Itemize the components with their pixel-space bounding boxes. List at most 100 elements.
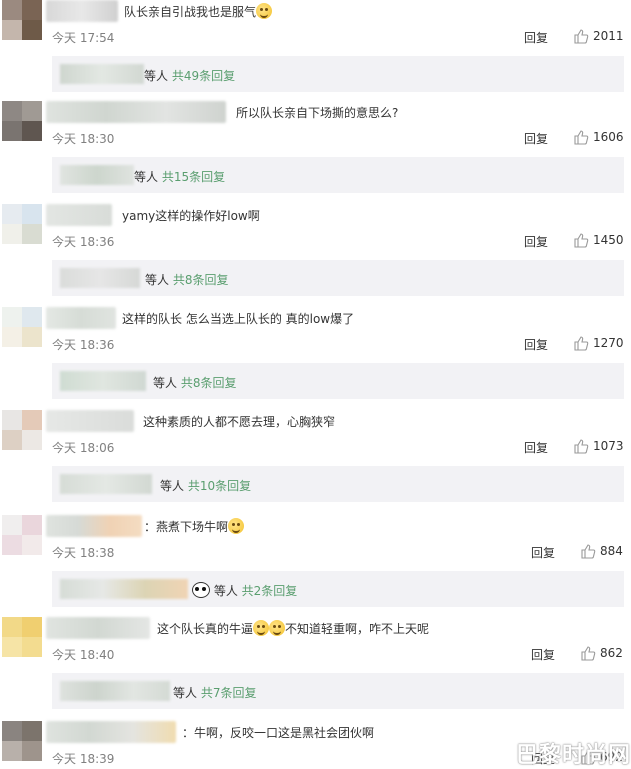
username-blurred[interactable] bbox=[46, 617, 150, 639]
sub-reply-box: 等人 共8条回复 bbox=[52, 363, 624, 399]
comment-item: 这种素质的人都不愿去理，心胸狭窄 今天 18:06 回复 1073 等人 共10… bbox=[0, 410, 631, 513]
sub-reply-summary: 等人 共49条回复 bbox=[144, 69, 236, 83]
reply-button[interactable]: 回复 bbox=[524, 336, 548, 353]
username-blurred[interactable] bbox=[46, 307, 116, 329]
username-blurred[interactable] bbox=[46, 721, 176, 743]
thumbs-up-icon bbox=[581, 646, 596, 661]
thumbs-up-icon bbox=[574, 29, 589, 44]
username-blurred[interactable] bbox=[46, 101, 226, 123]
comment-text: 这样的队长 怎么当选上队长的 真的low爆了 bbox=[122, 312, 355, 326]
replier-names-blurred bbox=[60, 165, 134, 185]
sub-reply-box: 等人 共49条回复 bbox=[52, 56, 624, 92]
view-replies-link[interactable]: 共8条回复 bbox=[173, 273, 229, 287]
thumbs-up-icon bbox=[574, 130, 589, 145]
comment-text: yamy这样的操作好low啊 bbox=[122, 209, 260, 223]
avatar[interactable] bbox=[2, 410, 42, 450]
comment-item: 所以队长亲自下场撕的意思么? 今天 18:30 回复 1606 等人 共15条回… bbox=[0, 101, 631, 204]
comment-feed: 队长亲自引战我也是服气 今天 17:54 回复 2011 等人 共49条回复 所… bbox=[0, 0, 631, 769]
replier-names-blurred bbox=[60, 268, 140, 288]
like-count: 2011 bbox=[593, 29, 624, 43]
avatar[interactable] bbox=[2, 721, 42, 761]
replier-names-blurred bbox=[60, 64, 144, 84]
avatar[interactable] bbox=[2, 101, 42, 141]
username-blurred[interactable] bbox=[46, 204, 112, 226]
comment-text: ：燕煮下场牛啊 bbox=[144, 518, 245, 535]
replier-names-blurred bbox=[60, 371, 146, 391]
thumbs-up-icon bbox=[574, 439, 589, 454]
replier-names-blurred bbox=[60, 681, 170, 701]
comment-item: 这个队长真的牛逼 不知道轻重啊，咋不上天呢 今天 18:40 回复 862 等人 … bbox=[0, 617, 631, 720]
thumbs-up-icon bbox=[574, 233, 589, 248]
comment-text: 队长亲自引战我也是服气 bbox=[124, 3, 273, 20]
sub-reply-summary: 等人 共7条回复 bbox=[173, 686, 257, 700]
replier-names-blurred bbox=[60, 474, 152, 494]
view-replies-link[interactable]: 共49条回复 bbox=[172, 69, 235, 83]
view-replies-link[interactable]: 共8条回复 bbox=[181, 376, 237, 390]
sub-reply-summary: 等人 共15条回复 bbox=[134, 170, 226, 184]
view-replies-link[interactable]: 共15条回复 bbox=[162, 170, 225, 184]
avatar[interactable] bbox=[2, 617, 42, 657]
like-button[interactable]: 1606 bbox=[573, 129, 624, 145]
laughing-tears-emoji-icon bbox=[269, 620, 286, 636]
view-replies-link[interactable]: 共2条回复 bbox=[242, 584, 298, 598]
sub-reply-summary: 等人 共8条回复 bbox=[145, 273, 229, 287]
sub-reply-summary: 等人 共8条回复 bbox=[153, 376, 237, 390]
reply-button[interactable]: 回复 bbox=[531, 544, 555, 561]
username-blurred[interactable] bbox=[46, 0, 118, 22]
reply-button[interactable]: 回复 bbox=[524, 29, 548, 46]
site-watermark: 巴黎时尚网 bbox=[515, 743, 631, 768]
username-blurred[interactable] bbox=[46, 410, 134, 432]
sub-reply-summary: 等人 共2条回复 bbox=[192, 582, 297, 599]
comment-item: ：燕煮下场牛啊 今天 18:38 回复 884 等人 共2条回复 bbox=[0, 515, 631, 618]
comment-time: 今天 18:38 bbox=[52, 546, 115, 560]
panda-emoji-icon bbox=[192, 582, 210, 598]
like-count: 884 bbox=[600, 544, 623, 558]
flushed-emoji-icon bbox=[228, 518, 245, 534]
avatar[interactable] bbox=[2, 307, 42, 347]
comment-item: 队长亲自引战我也是服气 今天 17:54 回复 2011 等人 共49条回复 bbox=[0, 0, 631, 103]
comment-time: 今天 18:06 bbox=[52, 441, 115, 455]
sub-reply-box: 等人 共2条回复 bbox=[52, 571, 624, 607]
sub-reply-box: 等人 共10条回复 bbox=[52, 466, 624, 502]
comment-time: 今天 18:40 bbox=[52, 648, 115, 662]
like-count: 1606 bbox=[593, 130, 624, 144]
avatar[interactable] bbox=[2, 204, 42, 244]
avatar[interactable] bbox=[2, 515, 42, 555]
comment-item: 这样的队长 怎么当选上队长的 真的low爆了 今天 18:36 回复 1270 … bbox=[0, 307, 631, 410]
comment-text: ：牛啊，反咬一口这是黑社会团伙啊 bbox=[182, 726, 375, 740]
reply-button[interactable]: 回复 bbox=[524, 439, 548, 456]
replier-names-blurred bbox=[60, 579, 188, 599]
comment-time: 今天 18:36 bbox=[52, 235, 115, 249]
comment-time: 今天 18:30 bbox=[52, 132, 115, 146]
view-replies-link[interactable]: 共10条回复 bbox=[188, 479, 251, 493]
reply-button[interactable]: 回复 bbox=[524, 233, 548, 250]
like-button[interactable]: 1450 bbox=[573, 232, 624, 248]
username-blurred[interactable] bbox=[46, 515, 142, 537]
like-count: 1270 bbox=[593, 336, 624, 350]
like-count: 862 bbox=[600, 646, 623, 660]
reply-button[interactable]: 回复 bbox=[524, 130, 548, 147]
view-replies-link[interactable]: 共7条回复 bbox=[201, 686, 257, 700]
like-button[interactable]: 1270 bbox=[573, 335, 624, 351]
sub-reply-box: 等人 共15条回复 bbox=[52, 157, 624, 193]
like-count: 1450 bbox=[593, 233, 624, 247]
thumbs-up-icon bbox=[581, 544, 596, 559]
like-button[interactable]: 862 bbox=[580, 645, 623, 661]
comment-text: 所以队长亲自下场撕的意思么? bbox=[236, 106, 399, 120]
reply-button[interactable]: 回复 bbox=[531, 646, 555, 663]
comment-text: 这种素质的人都不愿去理，心胸狭窄 bbox=[143, 415, 336, 429]
sub-reply-summary: 等人 共10条回复 bbox=[160, 479, 252, 493]
like-button[interactable]: 2011 bbox=[573, 28, 624, 44]
comment-time: 今天 17:54 bbox=[52, 31, 115, 45]
like-count: 1073 bbox=[593, 439, 624, 453]
avatar[interactable] bbox=[2, 0, 42, 40]
laughing-tears-emoji-icon bbox=[253, 620, 270, 636]
sub-reply-box: 等人 共7条回复 bbox=[52, 673, 624, 709]
comment-item: yamy这样的操作好low啊 今天 18:36 回复 1450 等人 共8条回复 bbox=[0, 204, 631, 307]
sub-reply-box: 等人 共8条回复 bbox=[52, 260, 624, 296]
thumbs-up-icon bbox=[574, 336, 589, 351]
like-button[interactable]: 884 bbox=[580, 543, 623, 559]
comment-time: 今天 18:39 bbox=[52, 752, 115, 766]
comment-time: 今天 18:36 bbox=[52, 338, 115, 352]
like-button[interactable]: 1073 bbox=[573, 438, 624, 454]
